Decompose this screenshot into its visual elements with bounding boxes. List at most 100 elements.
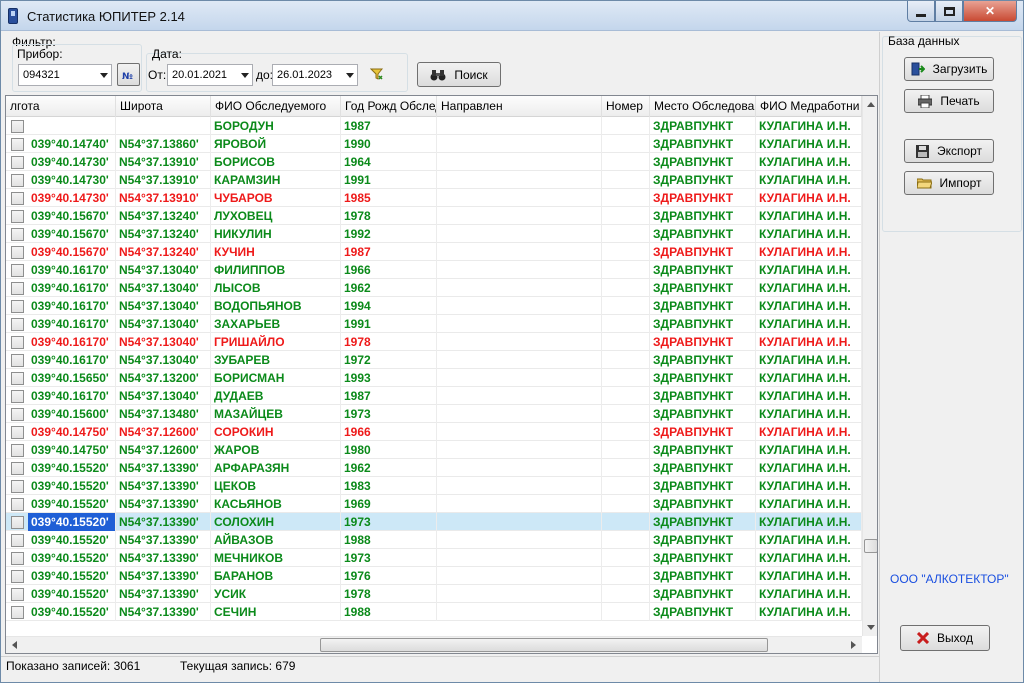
table-row[interactable]: 039°40.15670' N54°37.13240' ЛУХОВЕЦ 1978 ЗДР… xyxy=(6,207,862,225)
cell-number[interactable] xyxy=(602,135,650,153)
cell-name[interactable]: ГРИШАЙЛО xyxy=(211,333,341,351)
cell-longitude[interactable]: 039°40.15520' xyxy=(28,549,116,567)
cell-directed[interactable] xyxy=(437,135,602,153)
cell-directed[interactable] xyxy=(437,423,602,441)
cell-birth-year[interactable]: 1990 xyxy=(341,135,437,153)
cell-latitude[interactable]: N54°37.13390' xyxy=(116,603,211,621)
cell-name[interactable]: СОЛОХИН xyxy=(211,513,341,531)
cell-name[interactable]: БОРОДУН xyxy=(211,117,341,135)
row-checkbox[interactable] xyxy=(11,354,24,367)
cell-name[interactable]: АЙВАЗОВ xyxy=(211,531,341,549)
cell-directed[interactable] xyxy=(437,351,602,369)
cell-latitude[interactable]: N54°37.13040' xyxy=(116,351,211,369)
cell-directed[interactable] xyxy=(437,549,602,567)
cell-place[interactable]: ЗДРАВПУНКТ xyxy=(650,549,756,567)
cell-number[interactable] xyxy=(602,117,650,135)
cell-birth-year[interactable]: 1985 xyxy=(341,189,437,207)
cell-longitude[interactable]: 039°40.15520' xyxy=(28,603,116,621)
cell-name[interactable]: ЦЕКОВ xyxy=(211,477,341,495)
cell-directed[interactable] xyxy=(437,603,602,621)
cell-longitude[interactable]: 039°40.15600' xyxy=(28,405,116,423)
cell-name[interactable]: СЕЧИН xyxy=(211,603,341,621)
cell-number[interactable] xyxy=(602,387,650,405)
column-header-place[interactable]: Место Обследова xyxy=(650,96,756,117)
table-row[interactable]: 039°40.14730' N54°37.13910' ЧУБАРОВ 1985 ЗДР… xyxy=(6,189,862,207)
cell-medic[interactable]: КУЛАГИНА И.Н. xyxy=(756,225,862,243)
table-row[interactable]: 039°40.15650' N54°37.13200' БОРИСМАН 1993 ЗД… xyxy=(6,369,862,387)
row-checkbox[interactable] xyxy=(11,336,24,349)
cell-directed[interactable] xyxy=(437,171,602,189)
cell-directed[interactable] xyxy=(437,387,602,405)
cell-name[interactable]: УСИК xyxy=(211,585,341,603)
cell-birth-year[interactable]: 1972 xyxy=(341,351,437,369)
cell-latitude[interactable]: N54°37.13910' xyxy=(116,189,211,207)
cell-place[interactable]: ЗДРАВПУНКТ xyxy=(650,477,756,495)
cell-latitude[interactable]: N54°37.13040' xyxy=(116,387,211,405)
cell-name[interactable]: КАСЬЯНОВ xyxy=(211,495,341,513)
cell-latitude[interactable]: N54°37.13200' xyxy=(116,369,211,387)
column-header-longitude[interactable]: лгота xyxy=(6,96,116,117)
cell-place[interactable]: ЗДРАВПУНКТ xyxy=(650,225,756,243)
table-row[interactable]: 039°40.14740' N54°37.13860' ЯРОВОЙ 1990 ЗДРА… xyxy=(6,135,862,153)
cell-place[interactable]: ЗДРАВПУНКТ xyxy=(650,333,756,351)
row-checkbox[interactable] xyxy=(11,426,24,439)
horizontal-scrollbar[interactable] xyxy=(6,636,862,653)
cell-directed[interactable] xyxy=(437,333,602,351)
cell-longitude[interactable]: 039°40.15670' xyxy=(28,225,116,243)
cell-medic[interactable]: КУЛАГИНА И.Н. xyxy=(756,405,862,423)
cell-directed[interactable] xyxy=(437,495,602,513)
cell-name[interactable]: ЗУБАРЕВ xyxy=(211,351,341,369)
cell-medic[interactable]: КУЛАГИНА И.Н. xyxy=(756,261,862,279)
row-checkbox[interactable] xyxy=(11,264,24,277)
cell-medic[interactable]: КУЛАГИНА И.Н. xyxy=(756,603,862,621)
row-checkbox[interactable] xyxy=(11,138,24,151)
cell-longitude[interactable] xyxy=(28,117,116,135)
cell-name[interactable]: АРФАРАЗЯН xyxy=(211,459,341,477)
cell-birth-year[interactable]: 1992 xyxy=(341,225,437,243)
cell-latitude[interactable]: N54°37.13240' xyxy=(116,243,211,261)
cell-name[interactable]: СОРОКИН xyxy=(211,423,341,441)
cell-longitude[interactable]: 039°40.16170' xyxy=(28,315,116,333)
cell-directed[interactable] xyxy=(437,261,602,279)
column-header-medic[interactable]: ФИО Медработни xyxy=(756,96,862,117)
cell-longitude[interactable]: 039°40.16170' xyxy=(28,297,116,315)
cell-medic[interactable]: КУЛАГИНА И.Н. xyxy=(756,531,862,549)
row-checkbox[interactable] xyxy=(11,156,24,169)
cell-place[interactable]: ЗДРАВПУНКТ xyxy=(650,423,756,441)
cell-birth-year[interactable]: 1988 xyxy=(341,603,437,621)
table-row[interactable]: 039°40.16170' N54°37.13040' ЛЫСОВ 1962 ЗДРАВ… xyxy=(6,279,862,297)
cell-latitude[interactable]: N54°37.12600' xyxy=(116,423,211,441)
cell-longitude[interactable]: 039°40.14730' xyxy=(28,171,116,189)
cell-latitude[interactable]: N54°37.13040' xyxy=(116,333,211,351)
cell-longitude[interactable]: 039°40.15520' xyxy=(28,513,116,531)
cell-medic[interactable]: КУЛАГИНА И.Н. xyxy=(756,333,862,351)
cell-number[interactable] xyxy=(602,189,650,207)
cell-medic[interactable]: КУЛАГИНА И.Н. xyxy=(756,315,862,333)
cell-name[interactable]: БОРИСМАН xyxy=(211,369,341,387)
table-row[interactable]: 039°40.15520' N54°37.13390' ЦЕКОВ 1983 ЗДРАВ… xyxy=(6,477,862,495)
cell-place[interactable]: ЗДРАВПУНКТ xyxy=(650,297,756,315)
cell-place[interactable]: ЗДРАВПУНКТ xyxy=(650,459,756,477)
cell-medic[interactable]: КУЛАГИНА И.Н. xyxy=(756,351,862,369)
cell-latitude[interactable]: N54°37.13390' xyxy=(116,477,211,495)
cell-medic[interactable]: КУЛАГИНА И.Н. xyxy=(756,387,862,405)
cell-number[interactable] xyxy=(602,405,650,423)
cell-medic[interactable]: КУЛАГИНА И.Н. xyxy=(756,189,862,207)
cell-name[interactable]: ЗАХАРЬЕВ xyxy=(211,315,341,333)
cell-latitude[interactable]: N54°37.13240' xyxy=(116,207,211,225)
cell-directed[interactable] xyxy=(437,153,602,171)
cell-birth-year[interactable]: 1973 xyxy=(341,405,437,423)
column-header-name[interactable]: ФИО Обследуемого xyxy=(211,96,341,117)
cell-birth-year[interactable]: 1987 xyxy=(341,117,437,135)
table-row[interactable]: 039°40.15520' N54°37.13390' СЕЧИН 1988 ЗДРАВ… xyxy=(6,603,862,621)
cell-birth-year[interactable]: 1987 xyxy=(341,387,437,405)
cell-medic[interactable]: КУЛАГИНА И.Н. xyxy=(756,153,862,171)
cell-number[interactable] xyxy=(602,495,650,513)
cell-place[interactable]: ЗДРАВПУНКТ xyxy=(650,243,756,261)
cell-birth-year[interactable]: 1991 xyxy=(341,315,437,333)
cell-number[interactable] xyxy=(602,153,650,171)
cell-medic[interactable]: КУЛАГИНА И.Н. xyxy=(756,459,862,477)
cell-name[interactable]: КАРАМЗИН xyxy=(211,171,341,189)
table-row[interactable]: 039°40.15520' N54°37.13390' АРФАРАЗЯН 1962 З… xyxy=(6,459,862,477)
cell-number[interactable] xyxy=(602,603,650,621)
